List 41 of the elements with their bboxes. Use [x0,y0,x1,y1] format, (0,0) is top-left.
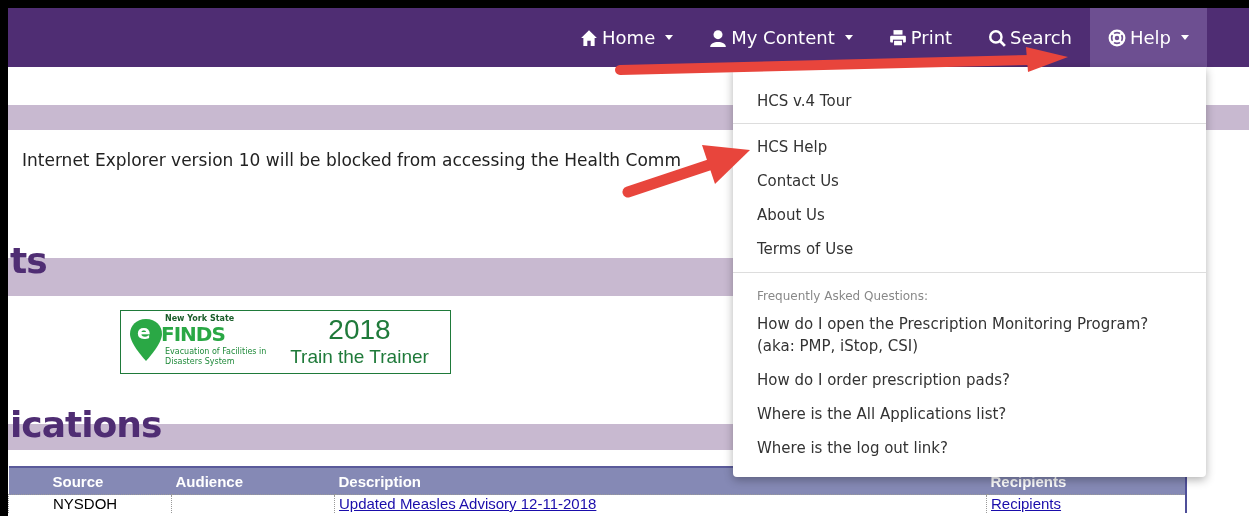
home-icon [580,28,599,47]
search-icon [988,28,1007,47]
menu-item[interactable]: HCS Help [757,130,828,164]
column-header: Description [338,472,421,490]
column-header: Recipients [990,472,1067,490]
section-heading: ications [10,404,162,445]
logo-caption: New York State [165,314,235,323]
menu-item[interactable]: How do I open the Prescription Monitoring Program? (aka: PMP, iStop, CSI) [757,307,1182,363]
column-header: Audience [175,472,243,490]
section-heading: ts [10,240,47,281]
printer-icon [888,28,907,47]
nav-menu-item[interactable]: Print [870,8,971,67]
menu-item[interactable]: How do I order prescription pads? [757,363,1010,397]
caret-icon [1181,35,1189,40]
menu-item[interactable]: Contact Us [757,164,839,198]
notice-text: Internet Explorer version 10 will be blocked from accessing the Health Comm [22,150,682,170]
nav-menu-item[interactable]: Help [1089,8,1207,67]
caret-icon [665,35,674,40]
menu-item[interactable]: About Us [757,198,825,232]
menu-section-header: Frequently Asked Questions: [757,288,928,305]
banner-title: Train the Trainer [290,345,429,369]
logo-subtitle: Evacuation of Facilities in Disasters System [165,347,268,367]
menu-item[interactable]: Where is the All Applications list? [757,397,1007,431]
column-header: Source [52,472,104,490]
lifebuoy-icon [1107,28,1126,47]
nav-menu-item[interactable]: My Content [691,8,871,67]
logo-letter: e [137,320,151,344]
user-icon [709,28,728,47]
menu-item[interactable]: Terms of Use [757,232,854,266]
map-pin-icon [129,318,163,362]
menu-item[interactable]: HCS v.4 Tour [757,85,852,117]
description-link[interactable]: Updated Measles Advisory 12-11-2018 [339,495,597,512]
table-cell: NYSDOH [53,495,118,512]
training-banner[interactable]: e New York State FINDS Evacuation of Facilities in Disasters System 2018 Train the Trainer [120,310,451,374]
banner-year: 2018 [328,315,391,345]
caret-icon [844,35,853,40]
logo-text: FINDS [161,322,225,346]
nav-menu-item[interactable]: Search [970,8,1090,67]
recipients-link[interactable]: Recipients [991,495,1062,512]
nav-menu-item[interactable]: Home [562,8,692,67]
menu-item[interactable]: Where is the log out link? [757,431,948,465]
